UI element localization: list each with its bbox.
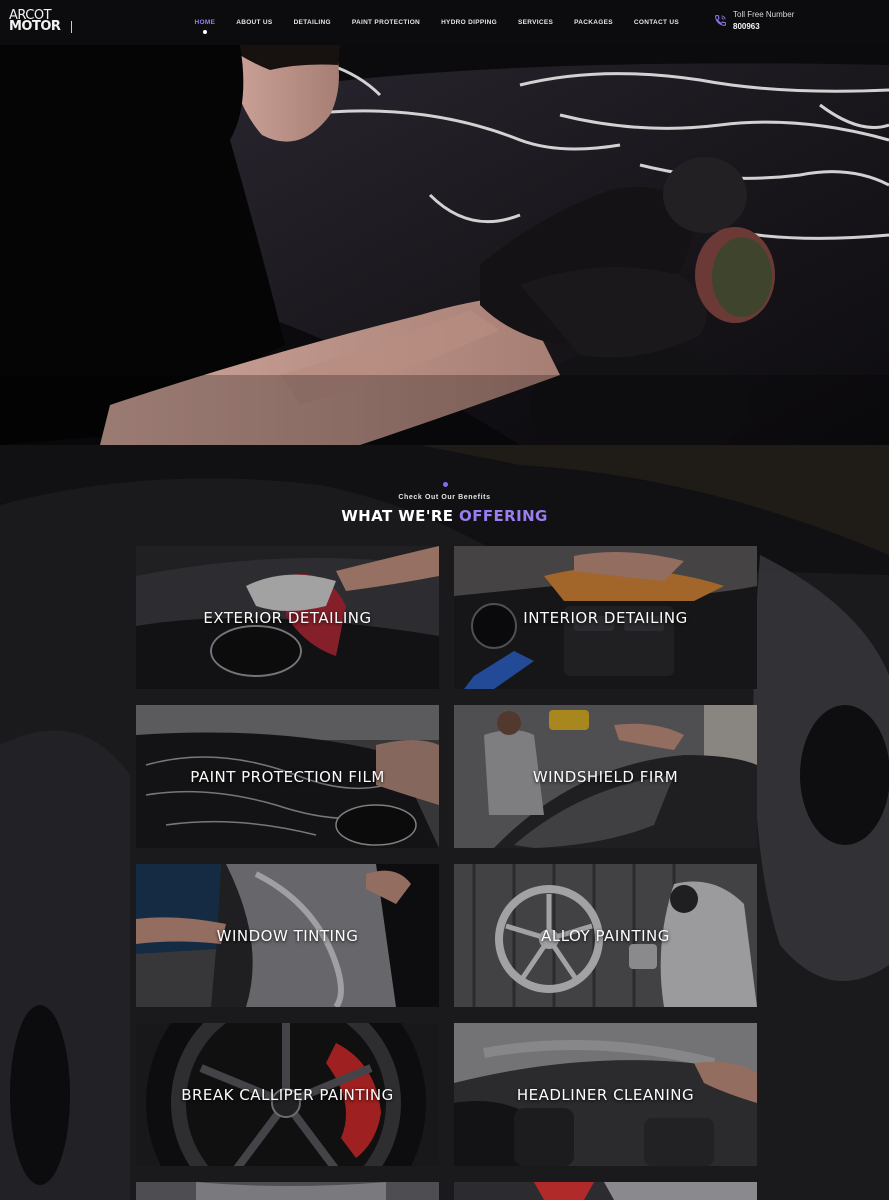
service-card-title: PAINT PROTECTION FILM	[190, 767, 385, 786]
main-nav: HOME ABOUT US DETAILING PAINT PROTECTION…	[184, 0, 690, 45]
service-card-image-partial	[454, 1182, 757, 1200]
service-card-headliner-cleaning[interactable]: HEADLINER CLEANING	[454, 1023, 757, 1166]
nav-item-paint-protection[interactable]: PAINT PROTECTION	[341, 19, 430, 26]
service-card-title: BREAK CALLIPER PAINTING	[181, 1085, 394, 1104]
service-card-next-left[interactable]	[136, 1182, 439, 1200]
logo-tag-mark	[71, 21, 75, 33]
service-card-window-tinting[interactable]: WINDOW TINTING	[136, 864, 439, 1007]
nav-item-label: DETAILING	[293, 19, 331, 26]
service-card-title: WINDOW TINTING	[216, 926, 359, 945]
phone-icon	[715, 15, 726, 26]
nav-item-label: PAINT PROTECTION	[351, 19, 421, 26]
service-card-alloy-painting[interactable]: ALLOY PAINTING	[454, 864, 757, 1007]
service-card-title: HEADLINER CLEANING	[516, 1085, 695, 1104]
nav-item-label: SERVICES	[517, 19, 554, 26]
nav-item-home[interactable]: HOME	[184, 19, 226, 34]
nav-item-about-us[interactable]: ABOUT US	[226, 19, 283, 26]
service-card-paint-protection-film[interactable]: PAINT PROTECTION FILM	[136, 705, 439, 848]
hero-banner	[0, 45, 889, 445]
service-card-title: EXTERIOR DETAILING	[203, 608, 372, 627]
service-card-next-right[interactable]	[454, 1182, 757, 1200]
nav-item-services[interactable]: SERVICES	[507, 19, 563, 26]
service-card-interior-detailing[interactable]: INTERIOR DETAILING	[454, 546, 757, 689]
site-header: ARCOT MOTOR HOME ABOUT US DETAILING PAIN…	[0, 0, 889, 45]
nav-item-hydro-dipping[interactable]: HYDRO DIPPING	[431, 19, 508, 26]
toll-free-number[interactable]: 800963	[733, 21, 794, 33]
nav-item-label: ABOUT US	[236, 19, 273, 26]
section-title-plain: WHAT WE'RE	[341, 507, 454, 525]
section-title-accent: OFFERING	[459, 507, 548, 525]
nav-item-label: CONTACT US	[633, 19, 680, 26]
section-subtitle: Check Out Our Benefits	[398, 494, 491, 501]
brand-logo[interactable]: ARCOT MOTOR	[9, 9, 75, 34]
service-card-break-calliper-painting[interactable]: BREAK CALLIPER PAINTING	[136, 1023, 439, 1166]
offering-section: Check Out Our Benefits WHAT WE'RE OFFERI…	[0, 445, 889, 1200]
section-decor-dot	[443, 482, 448, 487]
nav-item-label: PACKAGES	[574, 19, 613, 26]
section-title: WHAT WE'RE OFFERING	[0, 507, 889, 525]
service-card-title: WINDSHIELD FIRM	[532, 767, 679, 786]
service-card-title: INTERIOR DETAILING	[523, 608, 688, 627]
nav-item-packages[interactable]: PACKAGES	[564, 19, 624, 26]
service-card-title: ALLOY PAINTING	[541, 926, 670, 945]
service-card-image-partial	[136, 1182, 439, 1200]
nav-item-label: HOME	[194, 19, 216, 26]
nav-item-label: HYDRO DIPPING	[441, 19, 497, 26]
hero-image-car-polishing	[0, 45, 889, 445]
logo-line-2: MOTOR	[9, 19, 61, 34]
service-card-exterior-detailing[interactable]: EXTERIOR DETAILING	[136, 546, 439, 689]
nav-item-detailing[interactable]: DETAILING	[283, 19, 341, 26]
toll-free-label: Toll Free Number	[733, 10, 795, 19]
service-card-windshield-firm[interactable]: WINDSHIELD FIRM	[454, 705, 757, 848]
active-indicator-dot	[202, 30, 207, 34]
nav-item-contact-us[interactable]: CONTACT US	[623, 19, 689, 26]
toll-free-contact[interactable]: Toll Free Number 800963	[714, 9, 794, 33]
